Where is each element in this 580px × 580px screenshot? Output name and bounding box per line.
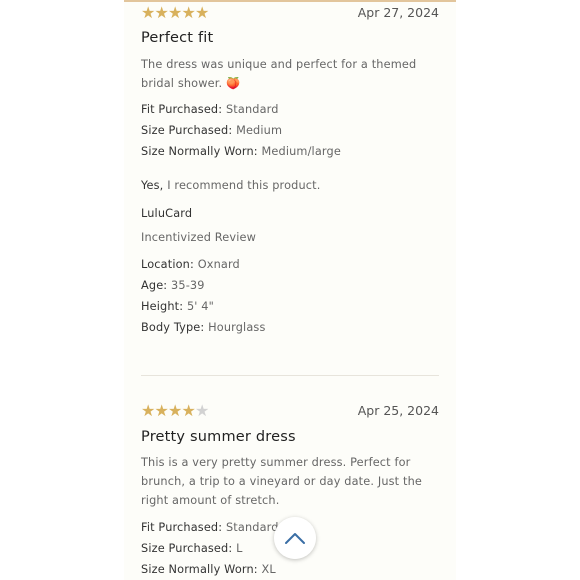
back-to-top-button[interactable]	[274, 517, 316, 559]
review-title: Perfect fit	[141, 30, 214, 46]
reviewer-location: Location: Oxnard	[141, 258, 240, 271]
reviewer-body-type: Body Type: Hourglass	[141, 321, 266, 334]
star-icon: ★	[181, 3, 196, 22]
review-body: This is a very pretty summer dress. Perf…	[141, 456, 422, 507]
recommendation: Yes, I recommend this product.	[141, 179, 321, 192]
star-icon: ★	[141, 3, 156, 22]
fit-purchased: Fit Purchased: Standard	[141, 103, 279, 116]
chevron-up-icon	[285, 533, 305, 544]
review-divider	[141, 375, 439, 376]
star-icon: ★	[154, 401, 169, 420]
size-normally-worn: Size Normally Worn: XL	[141, 563, 276, 576]
star-icon: ★	[195, 401, 210, 420]
fit-purchased: Fit Purchased: Standard	[141, 521, 279, 534]
reviewer-age: Age: 35-39	[141, 279, 205, 292]
review-date: Apr 27, 2024	[357, 5, 439, 20]
review-date: Apr 25, 2024	[357, 403, 439, 418]
incentivized-label: Incentivized Review	[141, 231, 257, 244]
star-icon: ★	[154, 3, 169, 22]
star-icon: ★	[141, 401, 156, 420]
star-icon: ★	[181, 401, 196, 420]
review-body: The dress was unique and perfect for a t…	[141, 58, 417, 90]
membership-badge: LuluCard	[141, 207, 193, 220]
star-icon: ★	[168, 3, 183, 22]
size-purchased: Size Purchased: L	[141, 542, 243, 555]
size-normally-worn: Size Normally Worn: Medium/large	[141, 145, 341, 158]
star-rating: ★ ★ ★ ★ ★	[141, 5, 209, 21]
star-icon: ★	[195, 3, 210, 22]
size-purchased: Size Purchased: Medium	[141, 124, 283, 137]
star-rating: ★ ★ ★ ★ ★	[141, 403, 209, 419]
review-title: Pretty summer dress	[141, 429, 296, 445]
review-card: ★ ★ ★ ★ ★ Apr 27, 2024 Perfect fit The dress…	[141, 0, 439, 360]
reviews-panel: ★ ★ ★ ★ ★ Apr 27, 2024 Perfect fit The dress…	[124, 0, 456, 580]
reviewer-height: Height: 5' 4"	[141, 300, 214, 313]
star-icon: ★	[168, 401, 183, 420]
